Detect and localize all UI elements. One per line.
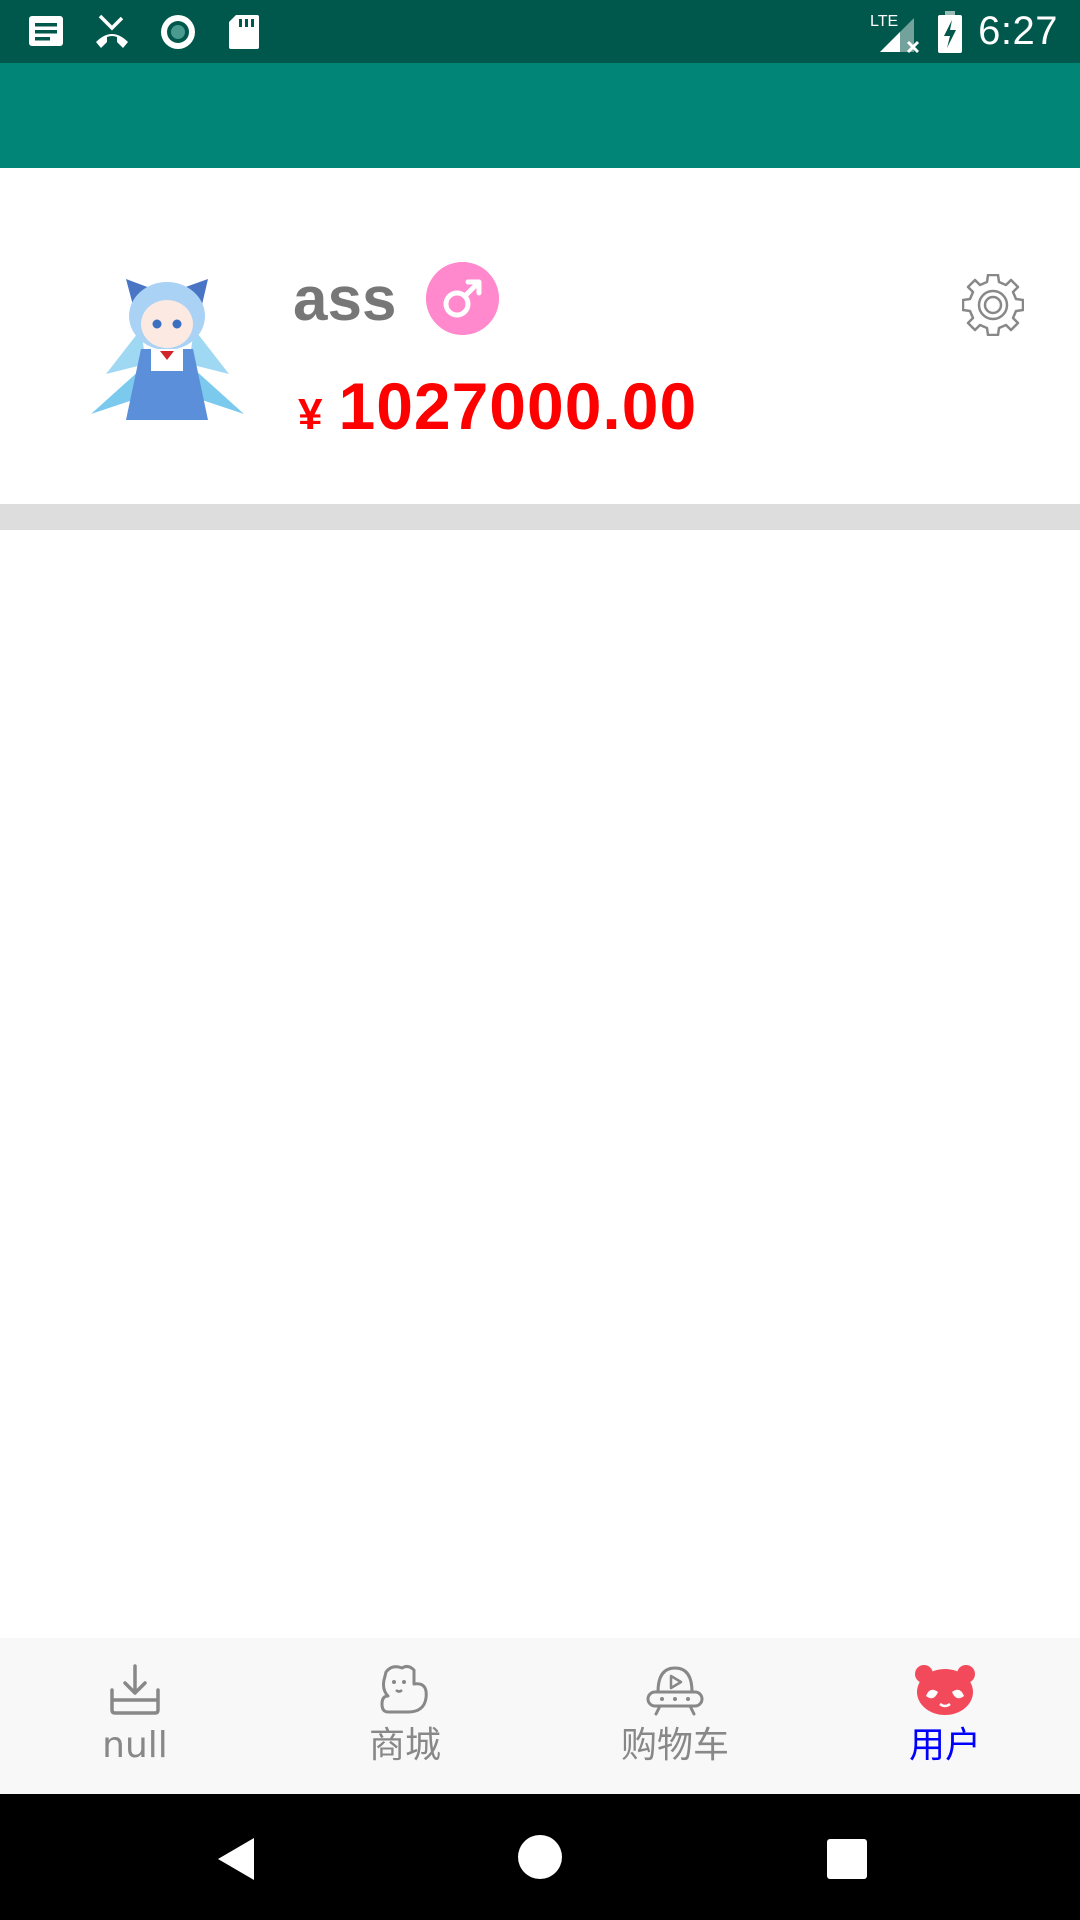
panda-face-icon bbox=[915, 1665, 975, 1715]
nav-item-mall[interactable]: 商城 bbox=[270, 1638, 540, 1794]
message-icon bbox=[29, 15, 63, 46]
nav-label: 购物车 bbox=[620, 1725, 729, 1766]
pet-icon bbox=[380, 1664, 428, 1714]
nav-label: 商城 bbox=[368, 1725, 441, 1766]
battery-charging-icon bbox=[938, 10, 963, 53]
bottom-nav: null 商城 购物车 用户 bbox=[0, 1638, 1080, 1794]
gear-icon[interactable] bbox=[962, 274, 1024, 336]
system-nav-bar bbox=[0, 1794, 1080, 1920]
recents-icon[interactable] bbox=[822, 1834, 872, 1884]
ufo-icon bbox=[646, 1666, 704, 1716]
home-icon[interactable] bbox=[515, 1832, 565, 1882]
sd-card-icon bbox=[229, 14, 259, 49]
sync-icon bbox=[161, 14, 195, 49]
nav-item-user[interactable]: 用户 bbox=[810, 1638, 1080, 1794]
username: ass bbox=[293, 265, 397, 334]
nav-label: null bbox=[102, 1725, 168, 1766]
signal-icon: LTE bbox=[870, 13, 920, 53]
male-symbol-icon bbox=[426, 262, 499, 335]
currency-symbol: ¥ bbox=[298, 390, 323, 439]
section-divider bbox=[0, 504, 1080, 530]
nav-item-null[interactable]: null bbox=[0, 1638, 270, 1794]
balance: ¥ 1027000.00 bbox=[298, 368, 697, 448]
user-card: ass ¥ 1027000.00 bbox=[0, 168, 1080, 504]
nav-label: 用户 bbox=[908, 1725, 981, 1766]
missed-call-icon bbox=[96, 14, 128, 48]
balance-amount: 1027000.00 bbox=[338, 369, 698, 443]
network-type-label: LTE bbox=[870, 13, 898, 30]
app-bar bbox=[0, 63, 1080, 168]
status-left-icons bbox=[26, 12, 264, 52]
download-tray-icon bbox=[110, 1664, 160, 1715]
status-time: 6:27 bbox=[978, 9, 1058, 53]
avatar[interactable] bbox=[86, 254, 249, 420]
nav-item-cart[interactable]: 购物车 bbox=[540, 1638, 810, 1794]
status-right-icons: LTE 6:27 bbox=[870, 9, 1058, 54]
status-bar: LTE 6:27 bbox=[0, 0, 1080, 63]
back-icon[interactable] bbox=[212, 1834, 262, 1884]
